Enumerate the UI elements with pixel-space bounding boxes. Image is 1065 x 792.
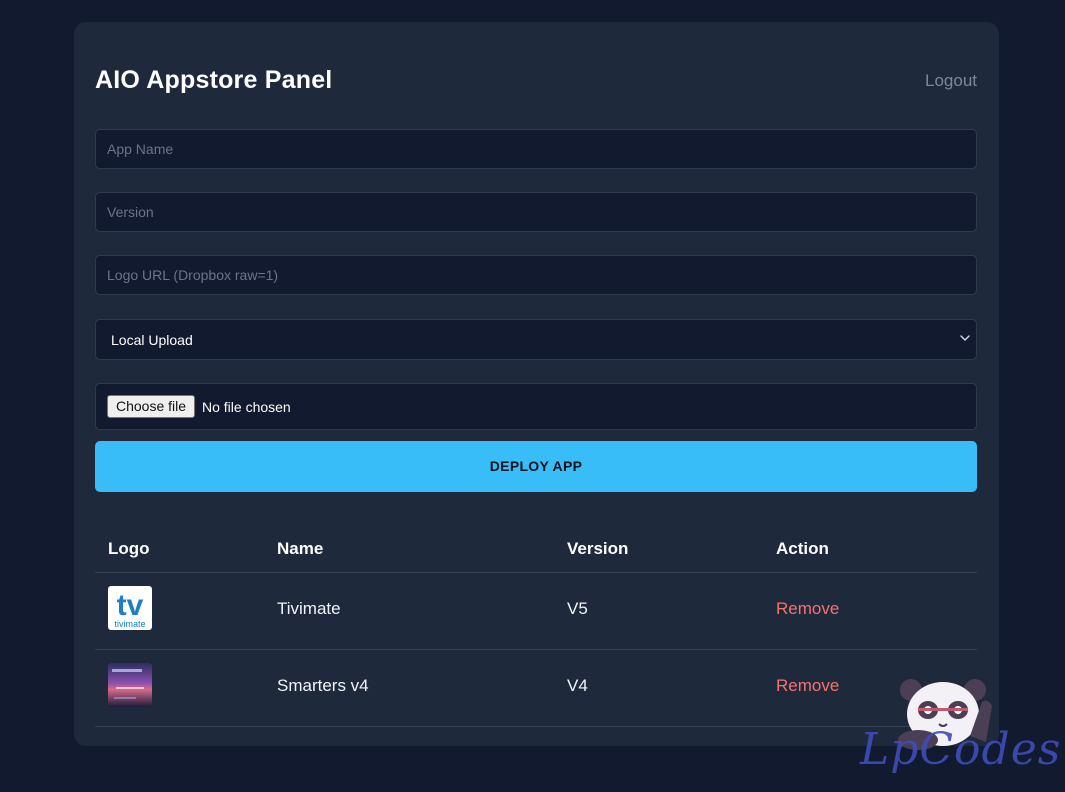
admin-panel: AIO Appstore Panel Logout Local Upload C… <box>74 22 999 746</box>
svg-text:tv: tv <box>117 589 144 622</box>
svg-text:tivimate: tivimate <box>114 619 145 629</box>
app-version-cell: V4 <box>567 676 588 695</box>
watermark-text: LpCodes <box>860 724 1062 775</box>
source-select[interactable]: Local Upload <box>95 319 977 360</box>
app-name-input[interactable] <box>95 129 977 169</box>
chevron-down-icon <box>960 335 970 341</box>
lpcodes-watermark: LpCodes <box>858 672 1060 782</box>
file-upload-field[interactable]: Choose file No file chosen <box>95 383 977 430</box>
apps-table: Logo Name Version Action tv tivimate Tiv… <box>95 525 977 727</box>
smarters-logo-icon <box>108 663 152 707</box>
remove-button[interactable]: Remove <box>776 599 839 619</box>
column-header-action: Action <box>776 539 829 558</box>
logo-url-input[interactable] <box>95 255 977 295</box>
app-version-cell: V5 <box>567 599 588 618</box>
column-header-version: Version <box>567 539 629 558</box>
source-select-value: Local Upload <box>111 332 193 348</box>
remove-button[interactable]: Remove <box>776 676 839 696</box>
tivimate-logo-icon: tv tivimate <box>108 586 152 630</box>
app-name-cell: Tivimate <box>277 599 341 618</box>
page-title: AIO Appstore Panel <box>95 66 333 94</box>
deploy-app-button[interactable]: DEPLOY APP <box>95 441 977 492</box>
column-header-name: Name <box>277 539 324 558</box>
file-status-text: No file chosen <box>202 399 291 415</box>
logout-link[interactable]: Logout <box>925 71 977 91</box>
choose-file-button[interactable]: Choose file <box>107 395 196 418</box>
table-header-row: Logo Name Version Action <box>95 525 977 573</box>
table-row: tv tivimate Tivimate V5 Remove <box>95 573 977 650</box>
version-input[interactable] <box>95 192 977 232</box>
app-name-cell: Smarters v4 <box>277 676 369 695</box>
table-row: Smarters v4 V4 Remove <box>95 650 977 727</box>
column-header-logo: Logo <box>108 539 150 558</box>
